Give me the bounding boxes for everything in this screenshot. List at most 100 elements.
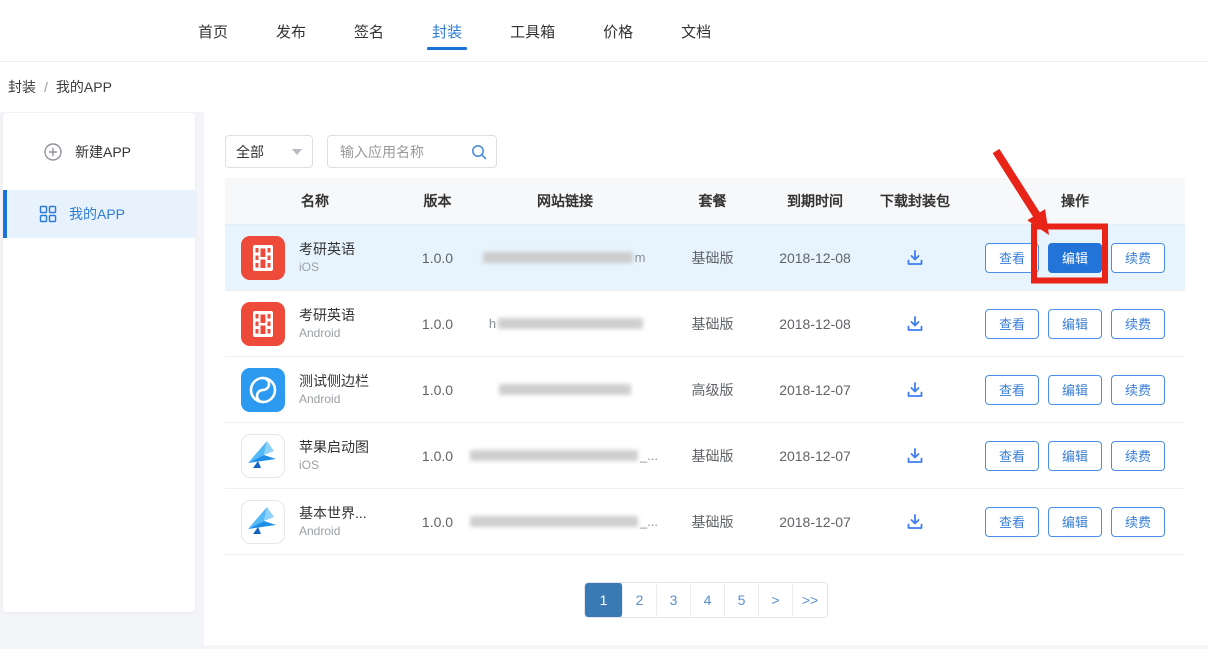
column-header-4: 套餐 xyxy=(660,191,765,211)
page-last[interactable]: >> xyxy=(793,583,827,617)
renew-button[interactable]: 续费 xyxy=(1111,243,1165,273)
pagination: 12345>>> xyxy=(584,582,828,618)
app-name-cell: 苹果启动图iOS xyxy=(225,434,405,478)
film-app-icon xyxy=(241,236,285,280)
app-name: 考研英语 xyxy=(299,306,355,325)
view-button[interactable]: 查看 xyxy=(985,243,1039,273)
package-tier: 高级版 xyxy=(660,380,765,400)
view-button[interactable]: 查看 xyxy=(985,309,1039,339)
nav-tab-label: 封装 xyxy=(432,21,462,42)
website-link-cell xyxy=(470,384,660,395)
renew-button[interactable]: 续费 xyxy=(1111,507,1165,537)
edit-button[interactable]: 编辑 xyxy=(1048,441,1102,471)
website-link-suffix: _... xyxy=(640,448,658,463)
view-button[interactable]: 查看 xyxy=(985,441,1039,471)
view-button[interactable]: 查看 xyxy=(985,507,1039,537)
nav-tab-label: 首页 xyxy=(198,21,228,42)
main-content: 全部 名称版本网站链接套餐到期时间下载封装包操作 考研英语iOS1.0.0m基础… xyxy=(204,112,1208,618)
film-app-icon xyxy=(241,302,285,346)
download-cell xyxy=(865,379,965,401)
app-name-cell: 基本世界...Android xyxy=(225,500,405,544)
expiry-date: 2018-12-07 xyxy=(765,448,865,464)
download-icon[interactable] xyxy=(904,379,926,401)
category-select[interactable]: 全部 xyxy=(225,135,313,168)
app-name-block: 考研英语Android xyxy=(299,306,355,341)
app-platform: Android xyxy=(299,325,355,341)
app-platform: Android xyxy=(299,523,367,539)
sidebar-item-1[interactable]: 新建APP xyxy=(3,128,195,176)
app-version: 1.0.0 xyxy=(405,448,470,464)
page-3[interactable]: 3 xyxy=(657,583,691,617)
app-platform: iOS xyxy=(299,457,369,473)
edit-button[interactable]: 编辑 xyxy=(1048,309,1102,339)
app-name-block: 基本世界...Android xyxy=(299,504,367,539)
nav-tab-4[interactable]: 封装 xyxy=(432,0,462,62)
website-link-prefix: h xyxy=(489,316,496,331)
download-icon[interactable] xyxy=(904,511,926,533)
apps-table: 名称版本网站链接套餐到期时间下载封装包操作 考研英语iOS1.0.0m基础版20… xyxy=(225,178,1185,555)
website-link-cell: h xyxy=(470,316,660,331)
download-icon[interactable] xyxy=(904,247,926,269)
page-4[interactable]: 4 xyxy=(691,583,725,617)
nav-tab-label: 文档 xyxy=(681,21,711,42)
breadcrumb-parent[interactable]: 封装 xyxy=(8,77,36,97)
app-name-block: 测试侧边栏Android xyxy=(299,372,369,407)
nav-tab-6[interactable]: 价格 xyxy=(603,0,633,62)
renew-button[interactable]: 续费 xyxy=(1111,441,1165,471)
table-body: 考研英语iOS1.0.0m基础版2018-12-08查看编辑续费考研英语Andr… xyxy=(225,225,1185,555)
nav-tab-label: 工具箱 xyxy=(510,21,555,42)
page-5[interactable]: 5 xyxy=(725,583,759,617)
actions-cell: 查看编辑续费 xyxy=(965,309,1185,339)
actions-cell: 查看编辑续费 xyxy=(965,243,1185,273)
nav-tab-1[interactable]: 首页 xyxy=(198,0,228,62)
nav-items: 首页 发布 签名 封装 工具箱 价格 文档 xyxy=(0,0,1208,62)
website-link-cell: m xyxy=(470,250,660,265)
page-2[interactable]: 2 xyxy=(623,583,657,617)
expiry-date: 2018-12-07 xyxy=(765,382,865,398)
download-cell xyxy=(865,445,965,467)
breadcrumb-current: 我的APP xyxy=(56,77,112,97)
page-1[interactable]: 1 xyxy=(585,583,623,617)
website-link-suffix: _... xyxy=(640,514,658,529)
edit-button[interactable]: 编辑 xyxy=(1048,507,1102,537)
search-icon[interactable] xyxy=(470,143,488,166)
nav-tab-2[interactable]: 发布 xyxy=(276,0,306,62)
nav-tab-label: 签名 xyxy=(354,21,384,42)
download-icon[interactable] xyxy=(904,445,926,467)
renew-button[interactable]: 续费 xyxy=(1111,375,1165,405)
download-icon[interactable] xyxy=(904,313,926,335)
edit-button[interactable]: 编辑 xyxy=(1048,375,1102,405)
page-next[interactable]: > xyxy=(759,583,793,617)
search-box xyxy=(327,135,497,168)
app-version: 1.0.0 xyxy=(405,250,470,266)
app-name-cell: 考研英语Android xyxy=(225,302,405,346)
table-row-5[interactable]: 基本世界...Android1.0.0_...基础版2018-12-07查看编辑… xyxy=(225,489,1185,555)
table-row-2[interactable]: 考研英语Android1.0.0h基础版2018-12-08查看编辑续费 xyxy=(225,291,1185,357)
download-cell xyxy=(865,511,965,533)
sidebar-item-2[interactable]: 我的APP xyxy=(3,190,195,238)
table-row-3[interactable]: 测试侧边栏Android1.0.0高级版2018-12-07查看编辑续费 xyxy=(225,357,1185,423)
nav-tab-3[interactable]: 签名 xyxy=(354,0,384,62)
renew-button[interactable]: 续费 xyxy=(1111,309,1165,339)
sidebar-item-label: 我的APP xyxy=(69,204,125,224)
column-header-7: 操作 xyxy=(965,191,1185,211)
breadcrumb-separator: / xyxy=(44,79,48,95)
nav-tab-5[interactable]: 工具箱 xyxy=(510,0,555,62)
app-name-cell: 测试侧边栏Android xyxy=(225,368,405,412)
download-cell xyxy=(865,247,965,269)
expiry-date: 2018-12-08 xyxy=(765,250,865,266)
download-cell xyxy=(865,313,965,335)
package-tier: 基础版 xyxy=(660,512,765,532)
app-name: 基本世界... xyxy=(299,504,367,523)
edit-button[interactable]: 编辑 xyxy=(1048,243,1102,273)
app-name-block: 考研英语iOS xyxy=(299,240,355,275)
website-link-redacted xyxy=(470,450,638,461)
view-button[interactable]: 查看 xyxy=(985,375,1039,405)
nav-tab-7[interactable]: 文档 xyxy=(681,0,711,62)
actions-cell: 查看编辑续费 xyxy=(965,375,1185,405)
table-row-4[interactable]: 苹果启动图iOS1.0.0_...基础版2018-12-07查看编辑续费 xyxy=(225,423,1185,489)
website-link-redacted xyxy=(470,516,638,527)
website-link-redacted xyxy=(483,252,633,263)
table-row-1[interactable]: 考研英语iOS1.0.0m基础版2018-12-08查看编辑续费 xyxy=(225,225,1185,291)
app-version: 1.0.0 xyxy=(405,316,470,332)
